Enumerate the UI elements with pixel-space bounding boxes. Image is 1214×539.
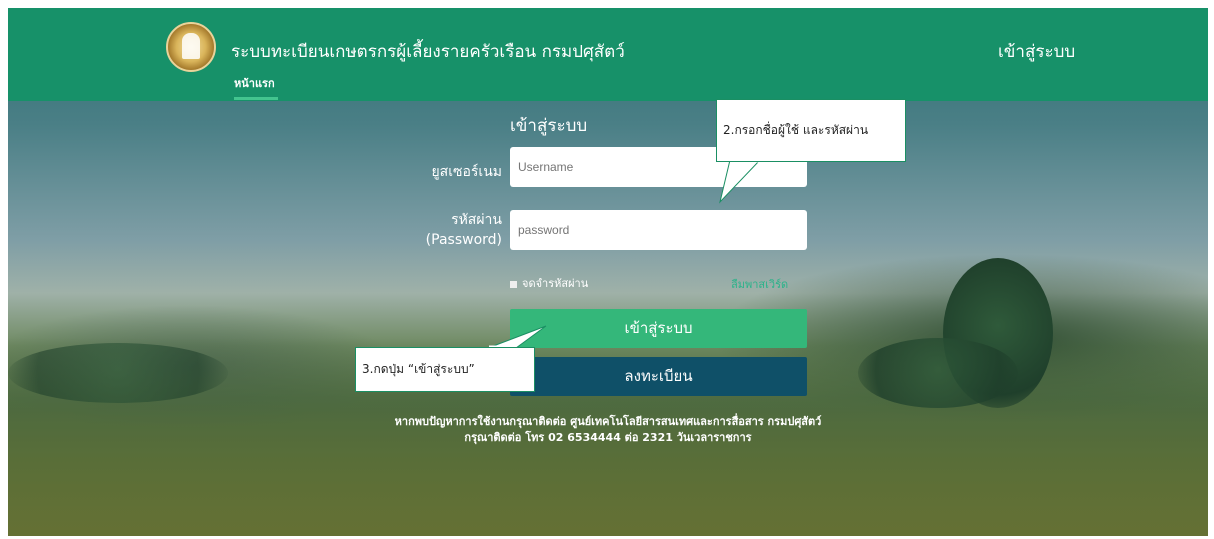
background-tree [8, 343, 228, 403]
step3-callout: 3.กดปุ่ม “เข้าสู่ระบบ” [355, 347, 535, 392]
top-navbar: ระบบทะเบียนเกษตรกรผู้เลี้ยงรายครัวเรือน … [8, 8, 1208, 101]
register-button[interactable]: ลงทะเบียน [510, 357, 807, 396]
remember-label[interactable]: จดจำรหัสผ่าน [522, 277, 588, 290]
step3-callout-text: 3.กดปุ่ม “เข้าสู่ระบบ” [362, 362, 475, 376]
remember-checkbox[interactable] [510, 280, 517, 288]
password-label-line1: รหัสผ่าน [451, 212, 502, 228]
step2-callout-text: 2.กรอกชื่อผู้ใช้ และรหัสผ่าน [723, 123, 869, 137]
site-title[interactable]: ระบบทะเบียนเกษตรกรผู้เลี้ยงรายครัวเรือน … [231, 38, 625, 65]
support-contact-line2: กรุณาติดต่อ โทร 02 6534444 ต่อ 2321 วันเ… [464, 431, 752, 444]
nav-home-link[interactable]: หน้าแรก [234, 74, 275, 92]
password-label-line2: (Password) [425, 232, 502, 248]
department-seal-icon[interactable] [166, 22, 216, 72]
login-page: ระบบทะเบียนเกษตรกรผู้เลี้ยงรายครัวเรือน … [8, 8, 1208, 536]
password-input[interactable] [510, 210, 807, 250]
remember-me[interactable]: จดจำรหัสผ่าน [510, 274, 588, 292]
step2-callout: 2.กรอกชื่อผู้ใช้ และรหัสผ่าน [716, 99, 906, 162]
step2-callout-pointer [719, 159, 762, 204]
forgot-password-link[interactable]: ลืมพาสเวิร์ด [731, 275, 788, 293]
nav-login-link[interactable]: เข้าสู่ระบบ [998, 38, 1075, 65]
nav-active-indicator [234, 97, 278, 100]
background-tree [858, 338, 1018, 408]
username-label: ยูสเซอร์เนม [431, 164, 502, 180]
support-contact-line1: หากพบปัญหาการใช้งานกรุณาติดต่อ ศูนย์เทคโ… [394, 415, 822, 428]
form-title: เข้าสู่ระบบ [510, 116, 588, 136]
